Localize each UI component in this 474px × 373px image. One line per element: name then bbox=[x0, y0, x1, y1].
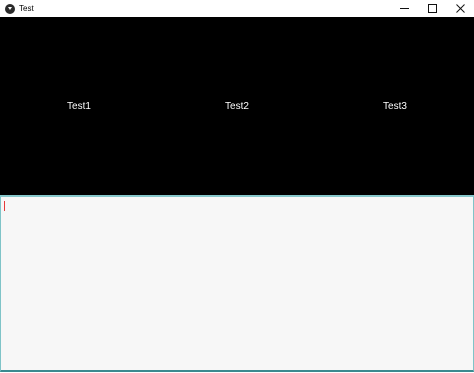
window-title: Test bbox=[19, 4, 34, 13]
tab-test1[interactable]: Test1 bbox=[0, 17, 158, 195]
minimize-icon bbox=[399, 8, 409, 9]
app-window: Test Test1 Test2 Test3 bbox=[0, 0, 474, 373]
tab-label: Test3 bbox=[383, 100, 407, 112]
text-cursor bbox=[4, 201, 5, 211]
close-button[interactable] bbox=[446, 0, 474, 17]
tab-test3[interactable]: Test3 bbox=[316, 17, 474, 195]
maximize-icon bbox=[427, 4, 437, 13]
text-input[interactable] bbox=[0, 195, 474, 372]
close-icon bbox=[455, 4, 465, 13]
maximize-button[interactable] bbox=[418, 0, 446, 17]
tab-label: Test1 bbox=[67, 100, 91, 112]
title-bar[interactable]: Test bbox=[0, 0, 474, 17]
app-icon bbox=[5, 3, 15, 14]
tab-test2[interactable]: Test2 bbox=[158, 17, 316, 195]
tab-bar: Test1 Test2 Test3 bbox=[0, 17, 474, 195]
tab-label: Test2 bbox=[225, 100, 249, 112]
minimize-button[interactable] bbox=[390, 0, 418, 17]
